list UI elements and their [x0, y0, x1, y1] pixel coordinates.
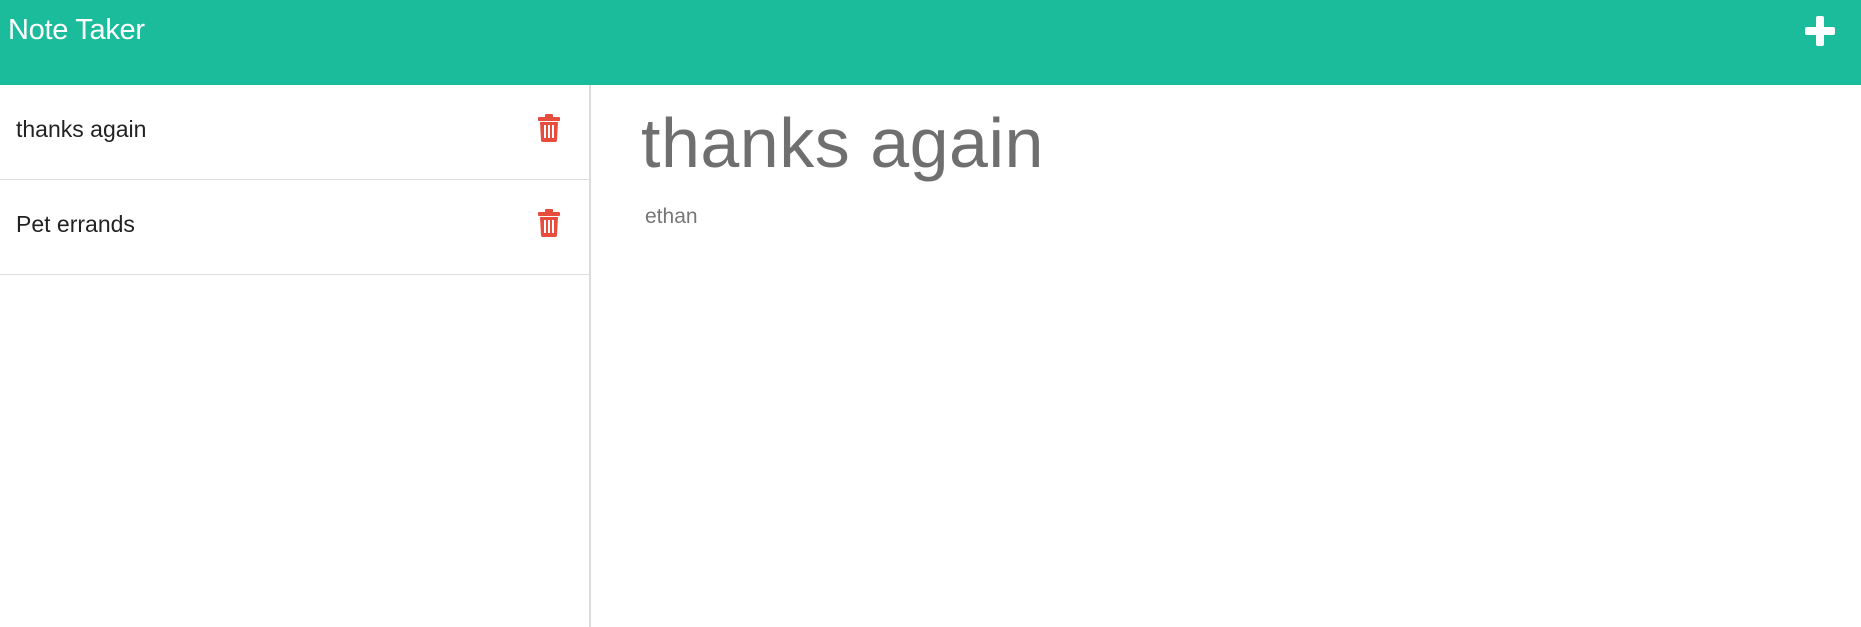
app-brand[interactable]: Note Taker — [8, 14, 145, 47]
delete-note-button[interactable] — [538, 114, 560, 142]
list-item-title[interactable]: thanks again — [16, 116, 146, 143]
list-item[interactable]: Pet errands — [0, 180, 590, 275]
note-text-field[interactable]: ethan — [645, 205, 698, 229]
list-item[interactable]: thanks again — [0, 85, 590, 180]
delete-note-button[interactable] — [538, 209, 560, 237]
plus-icon — [1805, 16, 1835, 46]
navbar: Note Taker — [0, 0, 1861, 85]
note-title-field[interactable]: thanks again — [641, 103, 1044, 183]
note-editor: thanks again ethan — [593, 85, 1861, 627]
trash-icon — [538, 209, 560, 237]
list-item-title[interactable]: Pet errands — [16, 211, 135, 238]
trash-icon — [538, 114, 560, 142]
new-note-button[interactable] — [1803, 14, 1837, 48]
notes-sidebar: thanks again Pet errands — [0, 85, 591, 627]
